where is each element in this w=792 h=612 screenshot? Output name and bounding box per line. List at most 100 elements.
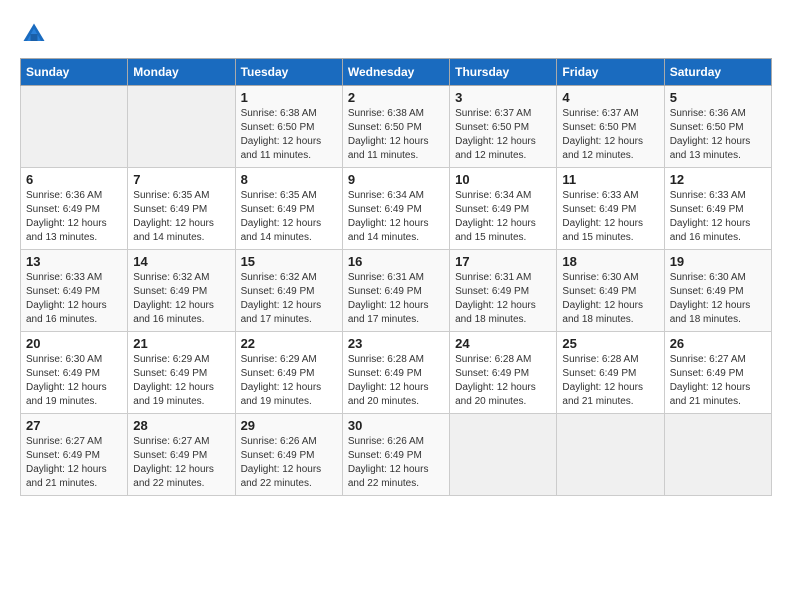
week-row-5: 27 Sunrise: 6:27 AM Sunset: 6:49 PM Dayli… [21, 414, 772, 496]
calendar-cell: 1Sunrise: 6:38 AM Sunset: 6:50 PM Daylig… [235, 86, 342, 168]
day-info: Sunrise: 6:35 AM Sunset: 6:49 PM Dayligh… [133, 189, 229, 245]
calendar-table: SundayMondayTuesdayWednesdayThursdayFrid… [20, 58, 772, 496]
weekday-header-row: SundayMondayTuesdayWednesdayThursdayFrid… [21, 59, 772, 86]
day-number: 8 [241, 172, 337, 187]
calendar-cell: 12 Sunrise: 6:33 AM Sunset: 6:49 PM Dayli… [664, 168, 771, 250]
calendar-cell: 9 Sunrise: 6:34 AM Sunset: 6:49 PM Daylig… [342, 168, 449, 250]
day-number: 12 [670, 172, 766, 187]
calendar-cell [21, 86, 128, 168]
calendar-cell: 8 Sunrise: 6:35 AM Sunset: 6:49 PM Daylig… [235, 168, 342, 250]
logo-icon [20, 20, 48, 48]
day-info: Sunrise: 6:36 AM Sunset: 6:50 PM Dayligh… [670, 107, 766, 163]
calendar-cell: 20Sunrise: 6:30 AM Sunset: 6:49 PM Dayli… [21, 332, 128, 414]
day-number: 5 [670, 90, 766, 105]
week-row-1: 1Sunrise: 6:38 AM Sunset: 6:50 PM Daylig… [21, 86, 772, 168]
day-number: 30 [348, 418, 444, 433]
calendar-cell [450, 414, 557, 496]
day-number: 11 [562, 172, 658, 187]
calendar-cell: 3Sunrise: 6:37 AM Sunset: 6:50 PM Daylig… [450, 86, 557, 168]
calendar-cell: 30 Sunrise: 6:26 AM Sunset: 6:49 PM Dayli… [342, 414, 449, 496]
week-row-3: 13Sunrise: 6:33 AM Sunset: 6:49 PM Dayli… [21, 250, 772, 332]
day-number: 2 [348, 90, 444, 105]
day-info: Sunrise: 6:26 AM Sunset: 6:49 PM Dayligh… [241, 435, 337, 491]
day-number: 24 [455, 336, 551, 351]
day-info: Sunrise: 6:32 AM Sunset: 6:49 PM Dayligh… [241, 271, 337, 327]
day-number: 3 [455, 90, 551, 105]
calendar-cell: 13Sunrise: 6:33 AM Sunset: 6:49 PM Dayli… [21, 250, 128, 332]
day-number: 20 [26, 336, 122, 351]
day-info: Sunrise: 6:28 AM Sunset: 6:49 PM Dayligh… [348, 353, 444, 409]
day-number: 26 [670, 336, 766, 351]
day-number: 9 [348, 172, 444, 187]
day-info: Sunrise: 6:27 AM Sunset: 6:49 PM Dayligh… [133, 435, 229, 491]
calendar-cell [664, 414, 771, 496]
weekday-header-wednesday: Wednesday [342, 59, 449, 86]
weekday-header-saturday: Saturday [664, 59, 771, 86]
day-number: 17 [455, 254, 551, 269]
calendar-cell: 4 Sunrise: 6:37 AM Sunset: 6:50 PM Daylig… [557, 86, 664, 168]
day-number: 28 [133, 418, 229, 433]
calendar-cell: 21 Sunrise: 6:29 AM Sunset: 6:49 PM Dayli… [128, 332, 235, 414]
day-number: 14 [133, 254, 229, 269]
calendar-cell: 28 Sunrise: 6:27 AM Sunset: 6:49 PM Dayli… [128, 414, 235, 496]
day-number: 7 [133, 172, 229, 187]
weekday-header-thursday: Thursday [450, 59, 557, 86]
calendar-cell: 18 Sunrise: 6:30 AM Sunset: 6:49 PM Dayli… [557, 250, 664, 332]
day-info: Sunrise: 6:33 AM Sunset: 6:49 PM Dayligh… [26, 271, 122, 327]
calendar-cell: 14 Sunrise: 6:32 AM Sunset: 6:49 PM Dayli… [128, 250, 235, 332]
week-row-4: 20Sunrise: 6:30 AM Sunset: 6:49 PM Dayli… [21, 332, 772, 414]
calendar-cell: 23 Sunrise: 6:28 AM Sunset: 6:49 PM Dayli… [342, 332, 449, 414]
day-info: Sunrise: 6:28 AM Sunset: 6:49 PM Dayligh… [562, 353, 658, 409]
day-number: 29 [241, 418, 337, 433]
day-info: Sunrise: 6:38 AM Sunset: 6:50 PM Dayligh… [348, 107, 444, 163]
day-number: 27 [26, 418, 122, 433]
weekday-header-sunday: Sunday [21, 59, 128, 86]
day-info: Sunrise: 6:28 AM Sunset: 6:49 PM Dayligh… [455, 353, 551, 409]
page-header [20, 20, 772, 48]
calendar-cell: 29 Sunrise: 6:26 AM Sunset: 6:49 PM Dayli… [235, 414, 342, 496]
day-info: Sunrise: 6:35 AM Sunset: 6:49 PM Dayligh… [241, 189, 337, 245]
calendar-cell: 15Sunrise: 6:32 AM Sunset: 6:49 PM Dayli… [235, 250, 342, 332]
calendar-cell: 10Sunrise: 6:34 AM Sunset: 6:49 PM Dayli… [450, 168, 557, 250]
calendar-cell: 25 Sunrise: 6:28 AM Sunset: 6:49 PM Dayli… [557, 332, 664, 414]
day-number: 21 [133, 336, 229, 351]
day-number: 22 [241, 336, 337, 351]
day-info: Sunrise: 6:27 AM Sunset: 6:49 PM Dayligh… [670, 353, 766, 409]
calendar-cell: 19 Sunrise: 6:30 AM Sunset: 6:49 PM Dayli… [664, 250, 771, 332]
day-info: Sunrise: 6:29 AM Sunset: 6:49 PM Dayligh… [133, 353, 229, 409]
day-info: Sunrise: 6:33 AM Sunset: 6:49 PM Dayligh… [562, 189, 658, 245]
day-number: 16 [348, 254, 444, 269]
calendar-cell: 5 Sunrise: 6:36 AM Sunset: 6:50 PM Daylig… [664, 86, 771, 168]
day-info: Sunrise: 6:31 AM Sunset: 6:49 PM Dayligh… [348, 271, 444, 327]
day-info: Sunrise: 6:36 AM Sunset: 6:49 PM Dayligh… [26, 189, 122, 245]
day-info: Sunrise: 6:26 AM Sunset: 6:49 PM Dayligh… [348, 435, 444, 491]
calendar-cell: 6 Sunrise: 6:36 AM Sunset: 6:49 PM Daylig… [21, 168, 128, 250]
day-info: Sunrise: 6:37 AM Sunset: 6:50 PM Dayligh… [562, 107, 658, 163]
week-row-2: 6 Sunrise: 6:36 AM Sunset: 6:49 PM Daylig… [21, 168, 772, 250]
calendar-cell: 16 Sunrise: 6:31 AM Sunset: 6:49 PM Dayli… [342, 250, 449, 332]
day-number: 19 [670, 254, 766, 269]
calendar-cell: 17Sunrise: 6:31 AM Sunset: 6:49 PM Dayli… [450, 250, 557, 332]
calendar-cell [128, 86, 235, 168]
day-info: Sunrise: 6:34 AM Sunset: 6:49 PM Dayligh… [348, 189, 444, 245]
day-number: 6 [26, 172, 122, 187]
day-number: 23 [348, 336, 444, 351]
calendar-cell [557, 414, 664, 496]
logo [20, 20, 52, 48]
calendar-cell: 24 Sunrise: 6:28 AM Sunset: 6:49 PM Dayli… [450, 332, 557, 414]
day-info: Sunrise: 6:30 AM Sunset: 6:49 PM Dayligh… [562, 271, 658, 327]
calendar-cell: 26 Sunrise: 6:27 AM Sunset: 6:49 PM Dayli… [664, 332, 771, 414]
weekday-header-tuesday: Tuesday [235, 59, 342, 86]
calendar-cell: 22Sunrise: 6:29 AM Sunset: 6:49 PM Dayli… [235, 332, 342, 414]
day-info: Sunrise: 6:30 AM Sunset: 6:49 PM Dayligh… [670, 271, 766, 327]
day-info: Sunrise: 6:32 AM Sunset: 6:49 PM Dayligh… [133, 271, 229, 327]
day-info: Sunrise: 6:33 AM Sunset: 6:49 PM Dayligh… [670, 189, 766, 245]
day-number: 25 [562, 336, 658, 351]
day-info: Sunrise: 6:27 AM Sunset: 6:49 PM Dayligh… [26, 435, 122, 491]
calendar-cell: 7 Sunrise: 6:35 AM Sunset: 6:49 PM Daylig… [128, 168, 235, 250]
weekday-header-monday: Monday [128, 59, 235, 86]
day-number: 18 [562, 254, 658, 269]
day-number: 4 [562, 90, 658, 105]
calendar-cell: 11 Sunrise: 6:33 AM Sunset: 6:49 PM Dayli… [557, 168, 664, 250]
day-info: Sunrise: 6:34 AM Sunset: 6:49 PM Dayligh… [455, 189, 551, 245]
